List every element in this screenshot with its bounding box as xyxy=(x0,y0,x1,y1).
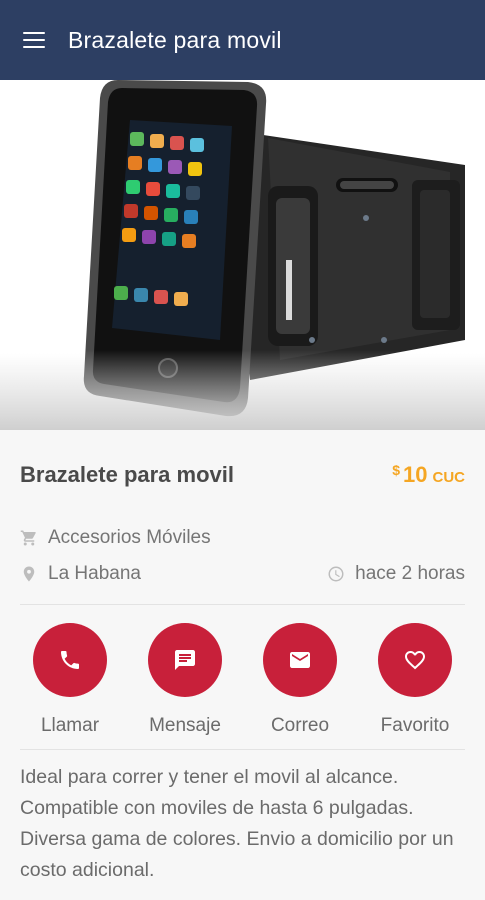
clock-icon xyxy=(327,565,345,583)
location-label: La Habana xyxy=(48,563,141,584)
mail-icon xyxy=(263,623,337,697)
message-icon xyxy=(148,623,222,697)
favorite-label: Favorito xyxy=(380,715,450,736)
product-details: Brazalete para movil $ 10 CUC Accesorios… xyxy=(0,430,485,886)
cart-icon xyxy=(20,529,38,547)
email-button[interactable]: Correo xyxy=(250,623,350,737)
price: $ 10 CUC xyxy=(392,462,465,488)
call-button[interactable]: Llamar xyxy=(20,623,120,737)
title-row: Brazalete para movil $ 10 CUC xyxy=(20,430,465,520)
posted-time: hace 2 horas xyxy=(355,563,465,584)
menu-button[interactable] xyxy=(0,0,68,80)
price-currency: CUC xyxy=(432,469,466,486)
call-label: Llamar xyxy=(40,715,100,736)
heart-icon xyxy=(378,623,452,697)
phone-icon xyxy=(33,623,107,697)
armband-illustration xyxy=(0,80,485,430)
message-label: Mensaje xyxy=(149,715,221,736)
menu-icon xyxy=(23,32,45,48)
price-amount: 10 xyxy=(403,462,428,487)
category-label[interactable]: Accesorios Móviles xyxy=(48,527,211,549)
product-description: Ideal para correr y tener el movil al al… xyxy=(20,766,454,881)
app-bar-title: Brazalete para movil xyxy=(68,26,282,53)
message-button[interactable]: Mensaje xyxy=(135,623,235,737)
location-time-row: La Habana hace 2 horas xyxy=(20,556,465,592)
price-symbol: $ xyxy=(392,462,401,478)
favorite-button[interactable]: Favorito xyxy=(365,623,465,737)
email-label: Correo xyxy=(270,715,330,736)
product-image[interactable] xyxy=(0,80,485,430)
category-row: Accesorios Móviles xyxy=(20,520,465,556)
app-bar: Brazalete para movil xyxy=(0,0,485,80)
action-bar: Llamar Mensaje Correo Favorito xyxy=(20,605,465,737)
product-title: Brazalete para movil xyxy=(20,462,234,487)
location-pin-icon xyxy=(20,565,38,583)
